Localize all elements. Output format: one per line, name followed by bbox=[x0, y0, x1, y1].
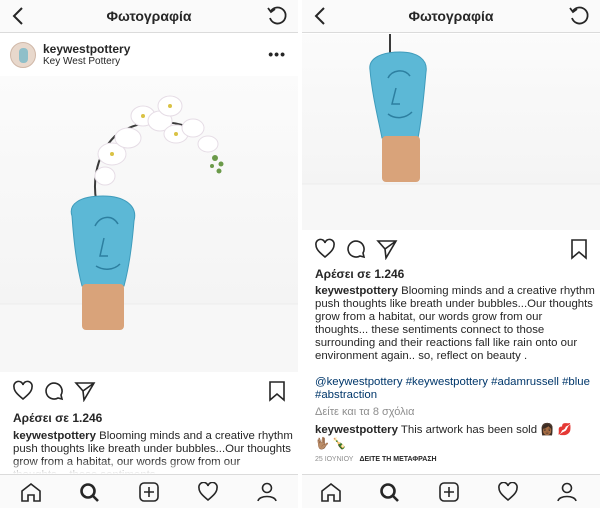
bookmark-icon[interactable] bbox=[268, 380, 286, 402]
post-caption: keywestpottery Blooming minds and a crea… bbox=[315, 285, 595, 363]
like-heart-icon[interactable] bbox=[314, 238, 336, 260]
refresh-icon[interactable] bbox=[568, 5, 590, 27]
vase-illustration bbox=[302, 34, 600, 230]
comment-text: This artwork has been sold 👩🏾 💋 bbox=[400, 424, 572, 436]
more-options-icon[interactable]: ••• bbox=[268, 46, 286, 62]
share-icon[interactable] bbox=[376, 238, 398, 260]
post-date: 25 ΙΟΥΝΙΟΥ bbox=[315, 456, 354, 463]
caption-username[interactable]: keywestpottery bbox=[13, 430, 96, 442]
post-actions bbox=[0, 380, 298, 410]
like-heart-icon[interactable] bbox=[12, 380, 34, 402]
profile-icon[interactable] bbox=[256, 482, 278, 502]
search-icon[interactable] bbox=[379, 482, 401, 502]
bookmark-icon[interactable] bbox=[570, 238, 588, 260]
refresh-icon[interactable] bbox=[266, 5, 288, 27]
heart-icon[interactable] bbox=[497, 482, 519, 502]
left-phone-screen: Φωτογραφία keywestpottery Key West Potte… bbox=[0, 0, 298, 508]
hashtags[interactable]: @keywestpottery #keywestpottery #adamrus… bbox=[315, 376, 595, 402]
profile-icon[interactable] bbox=[556, 482, 578, 502]
search-icon[interactable] bbox=[79, 482, 101, 502]
post-photo[interactable] bbox=[0, 76, 298, 372]
add-icon[interactable] bbox=[438, 482, 460, 502]
like-count[interactable]: Αρέσει σε 1.246 bbox=[315, 267, 404, 281]
see-translation-link[interactable]: ΔΕΙΤΕ ΤΗ ΜΕΤΑΦΡΑΣΗ bbox=[359, 456, 436, 463]
avatar[interactable] bbox=[10, 42, 36, 68]
post-header: keywestpottery Key West Pottery ••• bbox=[0, 34, 298, 76]
home-icon[interactable] bbox=[20, 482, 42, 502]
caption-username[interactable]: keywestpottery bbox=[315, 285, 398, 297]
page-title: Φωτογραφία bbox=[106, 8, 192, 24]
post-meta: 25 ΙΟΥΝΙΟΥ ΔΕΙΤΕ ΤΗ ΜΕΤΑΦΡΑΣΗ bbox=[315, 456, 437, 463]
page-title: Φωτογραφία bbox=[408, 8, 494, 24]
top-bar: Φωτογραφία bbox=[0, 0, 298, 33]
post-username[interactable]: keywestpottery bbox=[43, 42, 130, 56]
share-icon[interactable] bbox=[74, 380, 96, 402]
bottom-tab-bar bbox=[0, 474, 298, 508]
bottom-tab-bar bbox=[302, 474, 600, 508]
comment: keywestpottery This artwork has been sol… bbox=[315, 424, 595, 437]
post-location[interactable]: Key West Pottery bbox=[43, 56, 120, 67]
view-all-comments-link[interactable]: Δείτε και τα 8 σχόλια bbox=[315, 406, 414, 418]
comment-emojis: 🖖🏽 🍾 bbox=[315, 438, 347, 450]
home-icon[interactable] bbox=[320, 482, 342, 502]
post-actions bbox=[302, 238, 600, 268]
post-photo[interactable] bbox=[302, 34, 600, 230]
comment-icon[interactable] bbox=[43, 380, 65, 402]
heart-icon[interactable] bbox=[197, 482, 219, 502]
orchid-vase-illustration bbox=[0, 95, 298, 372]
add-icon[interactable] bbox=[138, 482, 160, 502]
comment-username[interactable]: keywestpottery bbox=[315, 424, 398, 436]
caption-fade bbox=[0, 460, 298, 474]
right-phone-screen: Φωτογραφία Αρέσει σε 1.246 keywestpotter… bbox=[302, 0, 600, 508]
comment-icon[interactable] bbox=[345, 238, 367, 260]
top-bar: Φωτογραφία bbox=[302, 0, 600, 33]
like-count[interactable]: Αρέσει σε 1.246 bbox=[13, 411, 102, 425]
